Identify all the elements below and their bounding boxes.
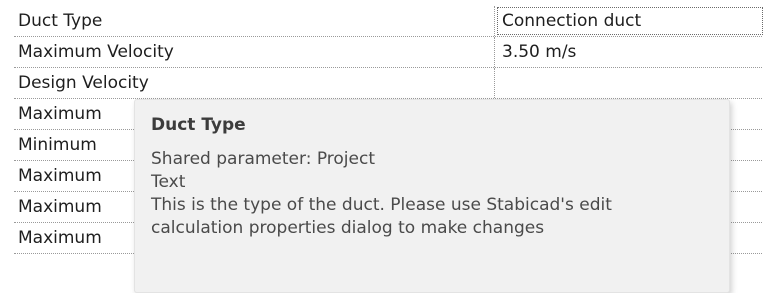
parameter-tooltip: Duct Type Shared parameter: Project Text… [134,99,730,293]
property-row-maximum-velocity[interactable]: Maximum Velocity 3.50 m/s [14,37,763,68]
tooltip-line: This is the type of the duct. Please use… [151,195,612,215]
property-value[interactable]: 3.50 m/s [496,37,763,67]
property-name: Maximum Velocity [14,37,495,67]
tooltip-line: Shared parameter: Project [151,149,375,169]
tooltip-line: Text [151,172,186,192]
property-value[interactable]: Connection duct [496,6,763,36]
property-name: Duct Type [14,6,495,36]
tooltip-line: calculation properties dialog to make ch… [151,218,545,238]
property-row-design-velocity[interactable]: Design Velocity [14,68,763,99]
property-name: Design Velocity [14,68,495,98]
tooltip-title: Duct Type [151,115,246,135]
property-value[interactable] [496,68,763,98]
property-row-duct-type[interactable]: Duct Type Connection duct [14,6,763,37]
